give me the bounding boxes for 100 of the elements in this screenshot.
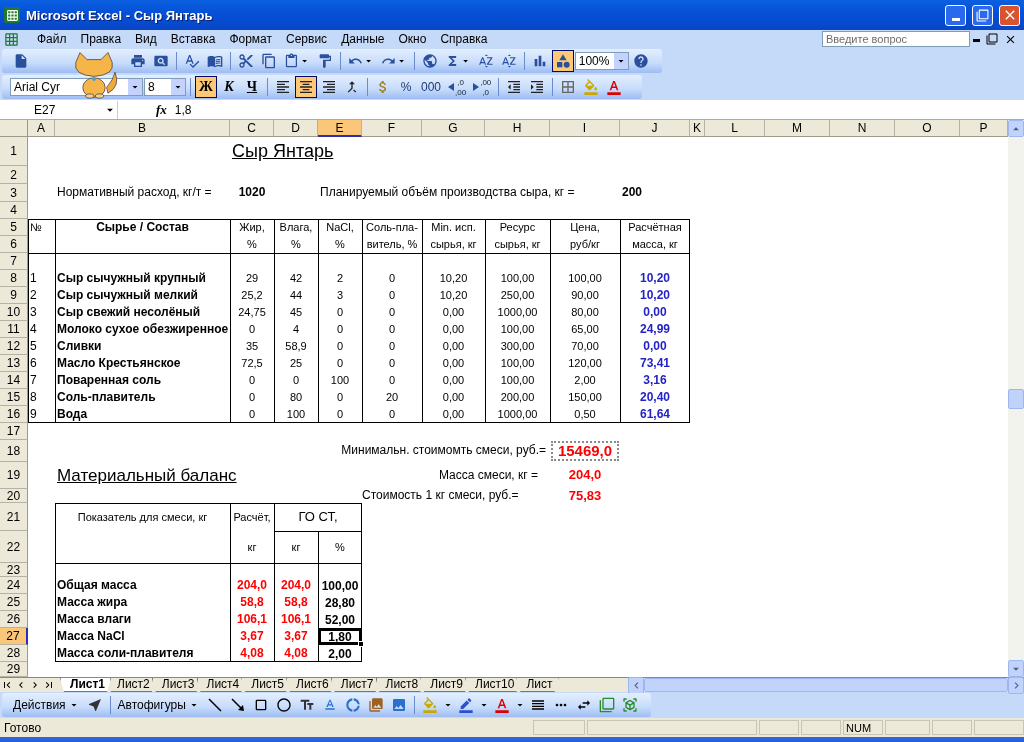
- table-cell-text: Вода: [56, 407, 89, 422]
- minimize-button[interactable]: [945, 4, 966, 26]
- table-cell[interactable]: 28,80: [318, 594, 362, 611]
- menu-item[interactable]: Сервис: [279, 32, 335, 46]
- menu-item[interactable]: Данные: [334, 32, 392, 46]
- row-header[interactable]: 19: [0, 462, 28, 489]
- table-cell-text: 0: [247, 408, 257, 421]
- row-header[interactable]: 17: [0, 423, 28, 440]
- arrow-icon: [230, 698, 245, 712]
- row-header[interactable]: 12: [0, 338, 28, 355]
- column-header[interactable]: G: [422, 120, 485, 137]
- row-header[interactable]: 23: [0, 563, 28, 577]
- row-header[interactable]: 7: [0, 253, 28, 270]
- column-header[interactable]: C: [230, 120, 274, 137]
- number-format-button[interactable]: %: [395, 76, 417, 98]
- column-header[interactable]: J: [620, 120, 690, 137]
- row-header[interactable]: 1: [0, 137, 28, 166]
- row-header[interactable]: 16: [0, 406, 28, 423]
- column-header[interactable]: H: [485, 120, 550, 137]
- close-button[interactable]: [999, 4, 1020, 26]
- column-header[interactable]: A: [28, 120, 55, 137]
- decrease-decimal-button[interactable]: ,00 ,0: [470, 76, 495, 98]
- column-header[interactable]: L: [705, 120, 765, 137]
- sheet-tab[interactable]: Лист1: [60, 678, 112, 692]
- vertical-scrollbar[interactable]: [1008, 120, 1024, 677]
- row-header[interactable]: 15: [0, 389, 28, 406]
- menu-item[interactable]: Окно: [391, 32, 434, 46]
- column-heading: витель, %: [365, 238, 419, 251]
- column-header[interactable]: P: [960, 120, 1008, 137]
- table-cell-text: 90,00: [570, 289, 600, 302]
- restore-button[interactable]: [972, 4, 993, 26]
- name-box[interactable]: E27: [0, 100, 118, 119]
- table-cell-text: 0,00: [441, 340, 466, 353]
- table-cell-text: 0: [387, 374, 397, 387]
- underline-button[interactable]: Ч: [241, 76, 263, 98]
- menu-item[interactable]: Справка: [433, 32, 495, 46]
- row-header[interactable]: 14: [0, 372, 28, 389]
- table-cell-text: 0: [387, 323, 397, 336]
- row-header[interactable]: 9: [0, 287, 28, 304]
- table-cell-text: 150,00: [567, 391, 603, 404]
- row-header[interactable]: 25: [0, 594, 28, 611]
- scroll-thumb[interactable]: [1008, 388, 1024, 409]
- table-cell[interactable]: 52,00: [318, 611, 362, 628]
- row-header[interactable]: 4: [0, 202, 28, 219]
- row-header[interactable]: 22: [0, 531, 28, 563]
- fill-handle[interactable]: [358, 641, 364, 647]
- column-header[interactable]: F: [362, 120, 422, 137]
- row-header[interactable]: 27: [0, 628, 28, 645]
- menu-item[interactable]: Вставка: [163, 32, 223, 46]
- row-header[interactable]: 2: [0, 166, 28, 184]
- table-cell-text: Масса NaCl: [56, 629, 126, 644]
- column-heading: кг: [246, 540, 258, 554]
- question-field[interactable]: Введите вопрос: [822, 31, 970, 47]
- column-header[interactable]: E: [318, 120, 362, 137]
- table-cell[interactable]: 2,00: [318, 645, 362, 662]
- column-header[interactable]: O: [895, 120, 960, 137]
- table-cell-text: 4,08: [283, 646, 309, 661]
- row-header[interactable]: 10: [0, 304, 28, 321]
- row-header[interactable]: 26: [0, 611, 28, 628]
- row-header[interactable]: 24: [0, 577, 28, 594]
- menu-item[interactable]: Правка: [73, 32, 129, 46]
- menu-item[interactable]: Файл: [30, 32, 74, 46]
- row-header[interactable]: 3: [0, 184, 28, 202]
- column-header[interactable]: B: [55, 120, 230, 137]
- table-cell[interactable]: 100,00: [318, 577, 362, 594]
- autoshapes-menu[interactable]: Автофигуры: [114, 694, 203, 716]
- column-header[interactable]: N: [830, 120, 895, 137]
- column-header[interactable]: D: [274, 120, 318, 137]
- table-cell-text: 0,50: [573, 408, 597, 421]
- number-format-button[interactable]: 000: [418, 76, 445, 98]
- table-cell-text: Общая масса: [56, 578, 138, 593]
- row-header[interactable]: 21: [0, 503, 28, 531]
- italic-button[interactable]: К: [218, 76, 240, 98]
- row-header[interactable]: 5: [0, 219, 28, 236]
- actions-menu[interactable]: Действия: [10, 694, 83, 716]
- column-header[interactable]: K: [690, 120, 705, 137]
- row-header[interactable]: 28: [0, 645, 28, 662]
- menu-item[interactable]: Вид: [128, 32, 164, 46]
- row-header[interactable]: 8: [0, 270, 28, 287]
- row-header[interactable]: 29: [0, 662, 28, 677]
- row-header[interactable]: 13: [0, 355, 28, 372]
- table-cell-text: 0,00: [642, 339, 668, 354]
- zoom-dropdown[interactable]: 100%: [574, 52, 629, 70]
- row-header[interactable]: 18: [0, 440, 28, 462]
- column-header[interactable]: I: [550, 120, 620, 137]
- drawing-button[interactable]: [551, 50, 574, 72]
- row-header[interactable]: 20: [0, 489, 28, 503]
- column-header[interactable]: M: [765, 120, 830, 137]
- menu-item[interactable]: Формат: [222, 32, 280, 46]
- increase-decimal-button[interactable]: ,0 ,00: [445, 76, 470, 98]
- table-cell[interactable]: 1,80: [318, 628, 362, 645]
- app-icon: [4, 7, 20, 23]
- table-cell-text: 0: [387, 357, 397, 370]
- row-header[interactable]: 11: [0, 321, 28, 338]
- formula-field[interactable]: 1,8: [174, 102, 192, 117]
- bold-button[interactable]: Ж: [195, 76, 217, 98]
- align-center-button[interactable]: [295, 76, 317, 98]
- sheet-tab[interactable]: Лист: [516, 678, 559, 692]
- font-size-dropdown[interactable]: 8: [144, 78, 186, 96]
- row-header[interactable]: 6: [0, 236, 28, 253]
